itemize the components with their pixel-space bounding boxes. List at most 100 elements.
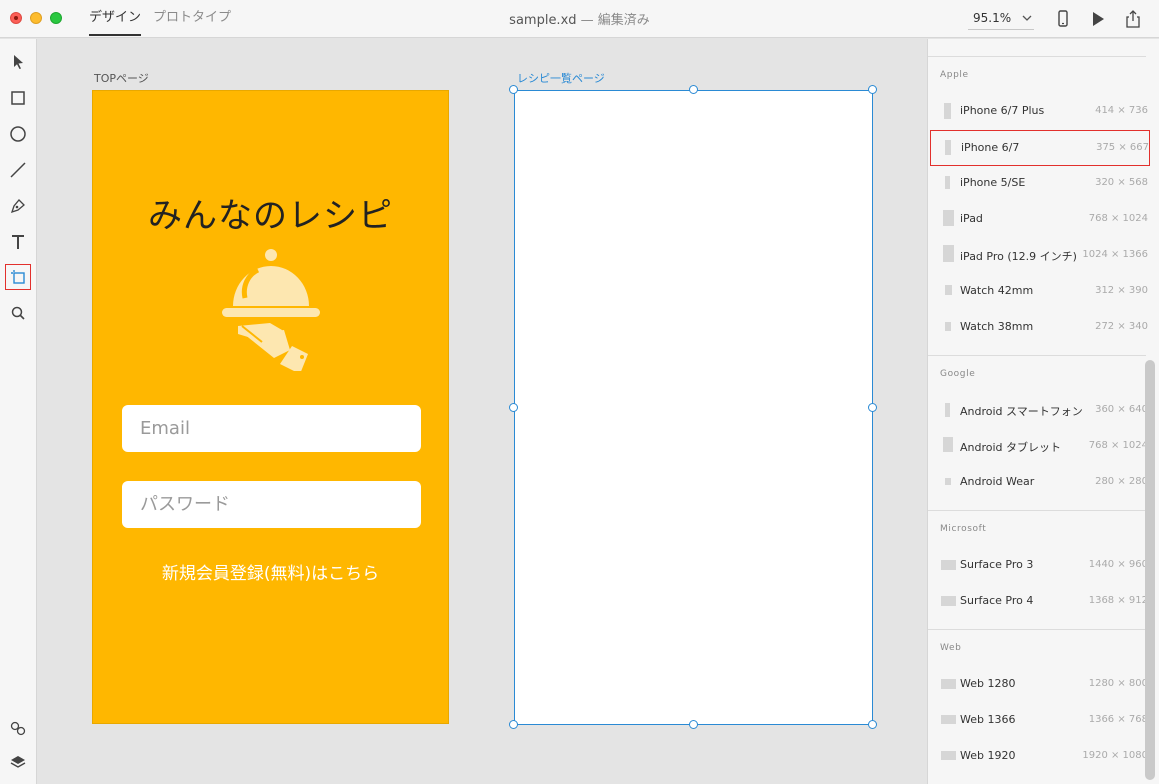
- preset-size: 1920 × 1080: [1082, 750, 1148, 761]
- preset-size: 272 × 340: [1095, 321, 1148, 332]
- app-title[interactable]: みんなのレシピ: [93, 188, 448, 237]
- device-icon: [941, 715, 956, 724]
- preset-size: 312 × 390: [1095, 285, 1148, 296]
- line-icon[interactable]: [5, 157, 31, 183]
- assets-icon[interactable]: [5, 715, 31, 741]
- rectangle-icon[interactable]: [5, 85, 31, 111]
- canvas[interactable]: TOPページ みんなのレシピ Email パスワード 新規会員登録(無料)はこち…: [38, 39, 926, 784]
- preset-name: iPad Pro (12.9 インチ): [960, 250, 1077, 263]
- artboard-recipe-list[interactable]: [514, 90, 873, 725]
- preset-size: 1280 × 800: [1088, 678, 1148, 689]
- email-field[interactable]: Email: [122, 405, 421, 452]
- device-icon: [945, 403, 950, 417]
- artboard-top-page[interactable]: みんなのレシピ Email パスワード 新規会員登録(無料)はこちら: [92, 90, 449, 724]
- preset-iphone-5-se[interactable]: iPhone 5/SE 320 × 568: [928, 166, 1150, 202]
- preset-size: 280 × 280: [1095, 476, 1148, 487]
- preset-size: 1024 × 1366: [1082, 249, 1148, 260]
- preset-ipad-pro[interactable]: iPad Pro (12.9 インチ) 1024 × 1366: [928, 238, 1150, 274]
- preset-size: 375 × 667: [1096, 142, 1149, 153]
- preset-size: 768 × 1024: [1088, 213, 1148, 224]
- artboard-presets-panel: Apple iPhone 6/7 Plus 414 × 736 iPhone 6…: [927, 39, 1159, 784]
- preset-size: 414 × 736: [1095, 105, 1148, 116]
- preset-name: Web 1920: [960, 749, 1016, 762]
- text-icon[interactable]: [5, 229, 31, 255]
- preset-size: 360 × 640: [1095, 404, 1148, 415]
- device-icon: [945, 140, 951, 155]
- preset-name: iPhone 6/7: [961, 141, 1020, 154]
- divider: [928, 56, 1146, 57]
- preset-group-title-google: Google: [940, 369, 976, 379]
- select-arrow-icon[interactable]: [5, 49, 31, 75]
- artboard-label-top[interactable]: TOPページ: [94, 70, 149, 86]
- resize-handle-top-right[interactable]: [868, 85, 877, 94]
- signup-link[interactable]: 新規会員登録(無料)はこちら: [93, 559, 448, 584]
- device-icon: [945, 176, 950, 189]
- preset-name: Android タブレット: [960, 441, 1062, 454]
- preset-android-wear[interactable]: Android Wear 280 × 280: [928, 465, 1150, 501]
- preset-size: 1368 × 912: [1088, 595, 1148, 606]
- preset-android-smartphone[interactable]: Android スマートフォン 360 × 640: [928, 393, 1150, 429]
- zoom-value: 95.1%: [973, 11, 1012, 25]
- title-bar: デザイン プロトタイプ sample.xd — 編集済み 95.1%: [0, 0, 1159, 38]
- device-icon: [943, 245, 954, 262]
- device-icon: [941, 679, 956, 689]
- device-icon: [941, 560, 956, 570]
- panel-scrollbar[interactable]: [1145, 360, 1155, 780]
- device-icon: [943, 210, 954, 226]
- layers-icon[interactable]: [5, 749, 31, 775]
- preset-surface-pro-4[interactable]: Surface Pro 4 1368 × 912: [928, 584, 1150, 620]
- preset-android-tablet[interactable]: Android タブレット 768 × 1024: [928, 429, 1150, 465]
- device-icon: [941, 751, 956, 760]
- resize-handle-top[interactable]: [689, 85, 698, 94]
- password-field[interactable]: パスワード: [122, 481, 421, 528]
- preset-name: iPhone 6/7 Plus: [960, 104, 1045, 117]
- preset-watch-38mm[interactable]: Watch 38mm 272 × 340: [928, 310, 1150, 346]
- artboard-label-recipe-list[interactable]: レシピ一覧ページ: [517, 70, 605, 86]
- play-icon[interactable]: [1087, 8, 1109, 30]
- preset-name: iPhone 5/SE: [960, 176, 1026, 189]
- share-icon[interactable]: [1122, 8, 1144, 30]
- preset-surface-pro-3[interactable]: Surface Pro 3 1440 × 960: [928, 548, 1150, 584]
- resize-handle-right[interactable]: [868, 403, 877, 412]
- document-separator: —: [580, 13, 594, 28]
- preset-web-1366[interactable]: Web 1366 1366 × 768: [928, 703, 1150, 739]
- document-filename: sample.xd: [509, 13, 577, 28]
- preset-group-title-apple: Apple: [940, 70, 969, 80]
- preset-name: Watch 38mm: [960, 320, 1034, 333]
- cloche-icon[interactable]: [218, 246, 328, 374]
- device-icon: [943, 437, 953, 452]
- document-state: 編集済み: [597, 13, 650, 28]
- resize-handle-bottom-left[interactable]: [509, 720, 518, 729]
- ellipse-icon[interactable]: [5, 121, 31, 147]
- preset-ipad[interactable]: iPad 768 × 1024: [928, 202, 1150, 238]
- chevron-down-icon: [1022, 8, 1032, 36]
- resize-handle-left[interactable]: [509, 403, 518, 412]
- preset-iphone-6-7-plus[interactable]: iPhone 6/7 Plus 414 × 736: [928, 94, 1150, 130]
- resize-handle-bottom-right[interactable]: [868, 720, 877, 729]
- artboard-icon[interactable]: [5, 264, 31, 290]
- preset-name: Android Wear: [960, 475, 1035, 488]
- resize-handle-top-left[interactable]: [509, 85, 518, 94]
- preset-watch-42mm[interactable]: Watch 42mm 312 × 390: [928, 274, 1150, 310]
- preset-size: 768 × 1024: [1088, 440, 1148, 451]
- preset-size: 320 × 568: [1095, 177, 1148, 188]
- preset-name: Watch 42mm: [960, 284, 1034, 297]
- preset-web-1920[interactable]: Web 1920 1920 × 1080: [928, 739, 1150, 775]
- device-preview-icon[interactable]: [1052, 8, 1074, 30]
- preset-name: Surface Pro 4: [960, 594, 1034, 607]
- resize-handle-bottom[interactable]: [689, 720, 698, 729]
- preset-web-1280[interactable]: Web 1280 1280 × 800: [928, 667, 1150, 703]
- preset-name: iPad: [960, 212, 983, 225]
- tool-bar: [0, 39, 37, 784]
- preset-iphone-6-7[interactable]: iPhone 6/7 375 × 667: [930, 130, 1150, 166]
- divider: [928, 629, 1146, 630]
- device-icon: [945, 322, 951, 331]
- preset-name: Surface Pro 3: [960, 558, 1034, 571]
- divider: [928, 355, 1146, 356]
- preset-group-title-web: Web: [940, 643, 962, 653]
- preset-size: 1440 × 960: [1088, 559, 1148, 570]
- zoom-dropdown[interactable]: 95.1%: [968, 8, 1034, 30]
- preset-name: Web 1366: [960, 713, 1016, 726]
- pen-icon[interactable]: [5, 193, 31, 219]
- zoom-icon[interactable]: [5, 300, 31, 326]
